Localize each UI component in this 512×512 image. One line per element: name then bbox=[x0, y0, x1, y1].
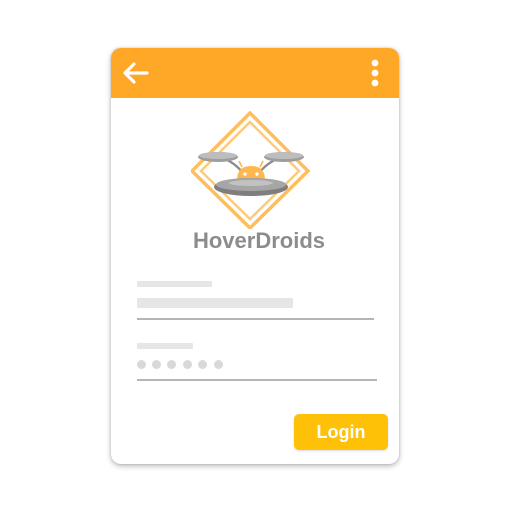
password-underline bbox=[137, 379, 377, 381]
app-bar bbox=[111, 48, 399, 98]
arrow-left-icon bbox=[123, 62, 149, 84]
app-logo bbox=[189, 110, 311, 231]
username-underline bbox=[137, 318, 374, 320]
android-icon bbox=[237, 160, 265, 180]
password-label-placeholder bbox=[137, 343, 193, 349]
password-dot bbox=[137, 360, 146, 369]
app-name: HoverDroids bbox=[192, 228, 326, 253]
password-dot bbox=[198, 360, 207, 369]
username-field[interactable] bbox=[137, 278, 374, 322]
login-screen: HoverDroids Login bbox=[111, 48, 399, 464]
username-label-placeholder bbox=[137, 281, 212, 287]
password-dot bbox=[152, 360, 161, 369]
back-button[interactable] bbox=[121, 58, 153, 88]
password-dot bbox=[214, 360, 223, 369]
more-vert-icon bbox=[371, 59, 379, 87]
login-button[interactable]: Login bbox=[294, 414, 388, 450]
password-dot bbox=[167, 360, 176, 369]
username-value-placeholder bbox=[137, 298, 293, 308]
overflow-menu-button[interactable] bbox=[365, 59, 385, 89]
password-dot bbox=[183, 360, 192, 369]
